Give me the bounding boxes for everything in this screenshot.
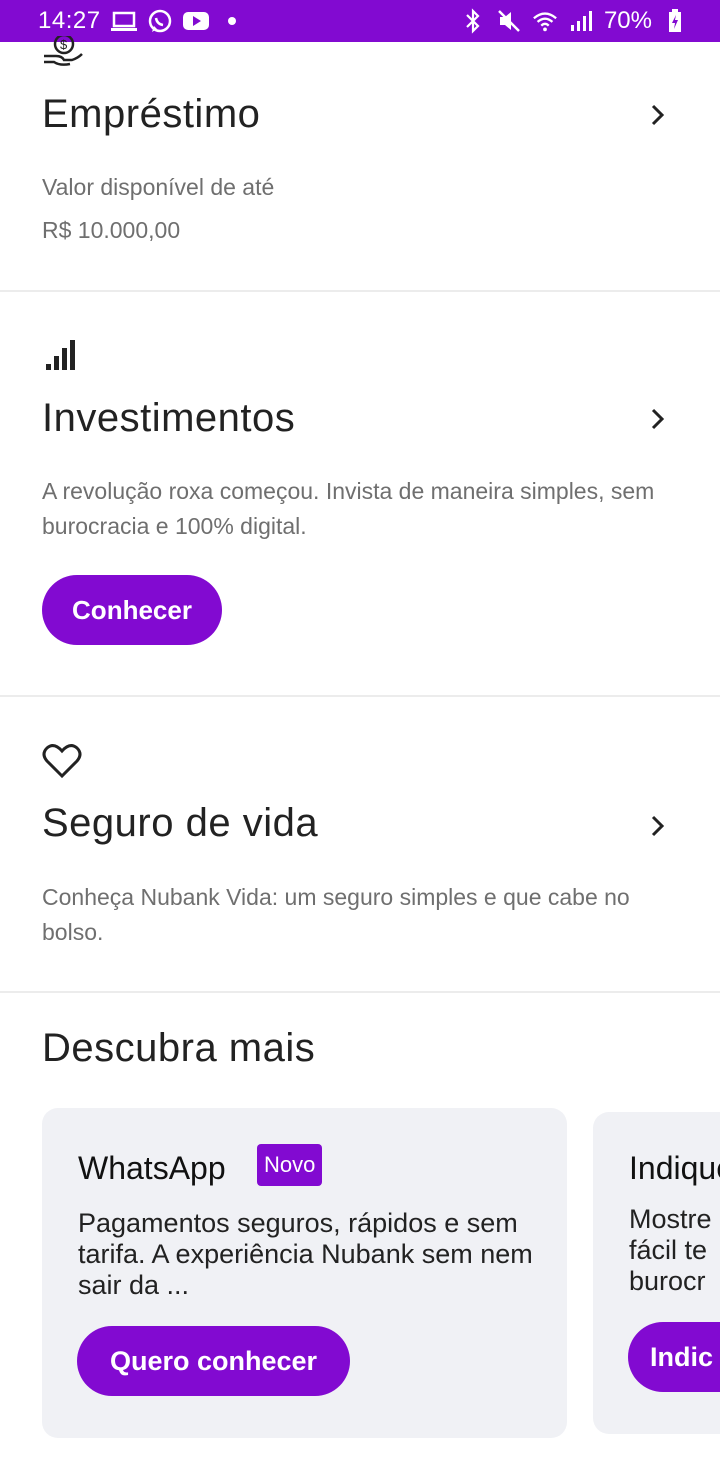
loan-value: R$ 10.000,00 <box>42 217 181 243</box>
quero-conhecer-button[interactable]: Quero conhecer <box>77 1326 350 1396</box>
card-description: Mostre fácil te burocr <box>629 1204 712 1296</box>
heart-icon <box>42 743 82 784</box>
conhecer-button[interactable]: Conhecer <box>42 575 222 645</box>
card-description: Pagamentos seguros, rápidos e sem tarifa… <box>78 1208 533 1300</box>
life-insurance-section[interactable]: Seguro de vida Conheça Nubank Vida: um s… <box>0 697 720 993</box>
loan-title: Empréstimo <box>42 92 261 136</box>
indique-card[interactable]: Indique Mostre fácil te burocr Indic <box>593 1112 720 1434</box>
card-title: WhatsApp <box>78 1150 226 1186</box>
status-left: 14:27 <box>38 7 245 35</box>
svg-text:$: $ <box>60 37 68 52</box>
loan-section[interactable]: $ Empréstimo Valor disponível de até R$ … <box>0 33 720 292</box>
life-insurance-title: Seguro de vida <box>42 801 319 845</box>
loan-subtitle: Valor disponível de até <box>42 174 275 200</box>
battery-charging-icon <box>662 8 688 34</box>
chevron-right-icon[interactable] <box>642 100 672 130</box>
status-time: 14:27 <box>38 7 101 34</box>
battery-percent: 70% <box>603 7 652 34</box>
whatsapp-icon <box>147 8 173 34</box>
card-title: Indique <box>629 1150 720 1186</box>
new-badge: Novo <box>257 1144 323 1186</box>
youtube-icon <box>182 8 209 34</box>
status-right: 70% <box>460 7 688 35</box>
chevron-right-icon[interactable] <box>642 404 672 434</box>
chevron-right-icon[interactable] <box>642 811 672 841</box>
indique-button[interactable]: Indic <box>628 1322 720 1392</box>
investments-title: Investimentos <box>42 396 296 440</box>
bar-chart-icon <box>42 338 78 377</box>
laptop-icon <box>110 8 137 34</box>
signal-icon <box>568 8 594 34</box>
bluetooth-icon <box>460 8 486 34</box>
money-hand-icon: $ <box>42 33 84 73</box>
life-insurance-description: Conheça Nubank Vida: um seguro simples e… <box>42 884 630 945</box>
wifi-icon <box>532 8 558 34</box>
discover-title: Descubra mais <box>42 1026 316 1070</box>
investments-description: A revolução roxa começou. Invista de man… <box>42 478 655 539</box>
whatsapp-card[interactable]: WhatsApp Novo Pagamentos seguros, rápido… <box>42 1108 567 1438</box>
status-bar: 14:27 70% <box>0 0 720 42</box>
mute-icon <box>496 8 522 34</box>
dot-icon <box>219 8 245 34</box>
investments-section[interactable]: Investimentos A revolução roxa começou. … <box>0 292 720 697</box>
